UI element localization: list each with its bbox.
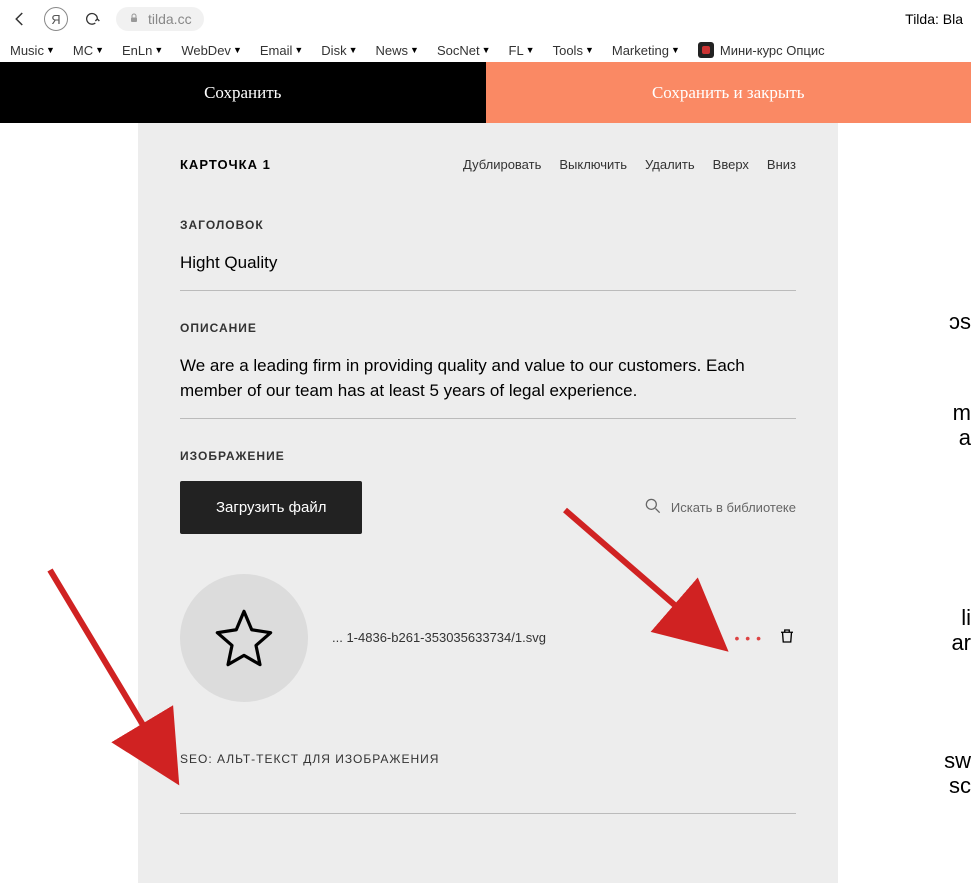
card-actions: Дублировать Выключить Удалить Вверх Вниз [463,157,796,172]
bookmark-webdev[interactable]: WebDev▼ [181,43,242,58]
side-fragment: li [961,605,971,631]
heading-label: ЗАГОЛОВОК [180,218,796,232]
card-panel: КАРТОЧКА 1 Дублировать Выключить Удалить… [138,123,838,883]
alt-text-label: SEO: АЛЬТ-ТЕКСТ ДЛЯ ИЗОБРАЖЕНИЯ [180,752,796,766]
side-fragment: sw [944,748,971,774]
bookmark-disk[interactable]: Disk▼ [321,43,357,58]
delete-link[interactable]: Удалить [645,157,695,172]
up-link[interactable]: Вверх [713,157,749,172]
duplicate-link[interactable]: Дублировать [463,157,541,172]
image-field: ИЗОБРАЖЕНИЕ Загрузить файл Искать в библ… [180,449,796,702]
lock-icon [128,11,140,27]
url-text: tilda.cc [148,11,192,27]
heading-input[interactable]: Hight Quality [180,250,796,291]
description-field: ОПИСАНИЕ We are a leading firm in provid… [180,321,796,419]
more-icon[interactable]: • • • [735,630,762,646]
library-search-link[interactable]: Искать в библиотеке [643,496,796,519]
address-bar[interactable]: tilda.cc [116,7,204,31]
bookmark-news[interactable]: News▼ [376,43,419,58]
reload-button[interactable] [80,7,104,31]
side-fragment: ar [951,630,971,656]
save-button[interactable]: Сохранить [0,62,486,123]
heading-field: ЗАГОЛОВОК Hight Quality [180,218,796,291]
card-header: КАРТОЧКА 1 Дублировать Выключить Удалить… [180,157,796,172]
disable-link[interactable]: Выключить [559,157,627,172]
bookmark-mc[interactable]: MC▼ [73,43,104,58]
save-close-button[interactable]: Сохранить и закрыть [486,62,971,123]
side-fragment: ɔs [949,309,971,335]
down-link[interactable]: Вниз [767,157,796,172]
bookmark-marketing[interactable]: Marketing▼ [612,43,680,58]
star-icon [212,606,276,670]
file-name: ... 1-4836-b261-353035633734/1.svg [332,630,546,645]
description-label: ОПИСАНИЕ [180,321,796,335]
uploaded-file-row: ... 1-4836-b261-353035633734/1.svg • • • [180,574,796,702]
alt-text-section: SEO: АЛЬТ-ТЕКСТ ДЛЯ ИЗОБРАЖЕНИЯ [180,752,796,814]
side-fragment: m [953,400,971,426]
bookmark-enln[interactable]: EnLn▼ [122,43,163,58]
save-bar: Сохранить Сохранить и закрыть [0,62,971,123]
trash-icon[interactable] [778,627,796,648]
image-label: ИЗОБРАЖЕНИЕ [180,449,796,463]
search-icon [643,496,663,519]
bookmark-email[interactable]: Email▼ [260,43,303,58]
content-area: КАРТОЧКА 1 Дублировать Выключить Удалить… [0,123,971,893]
side-fragment: a [959,425,971,451]
tab-title: Tilda: Bla [905,11,963,27]
bookmark-socnet[interactable]: SocNet▼ [437,43,491,58]
alt-text-input[interactable] [180,794,796,814]
file-thumbnail [180,574,308,702]
back-button[interactable] [8,7,32,31]
bookmark-course[interactable]: Мини-курс Опцис [698,42,825,58]
browser-toolbar: Я tilda.cc Tilda: Bla [0,0,971,38]
bookmarks-bar: Music▼ MC▼ EnLn▼ WebDev▼ Email▼ Disk▼ Ne… [0,38,971,62]
course-icon [698,42,714,58]
card-title: КАРТОЧКА 1 [180,157,271,172]
bookmark-tools[interactable]: Tools▼ [553,43,594,58]
upload-button[interactable]: Загрузить файл [180,481,362,534]
bookmark-fl[interactable]: FL▼ [509,43,535,58]
yandex-button[interactable]: Я [44,7,68,31]
bookmark-music[interactable]: Music▼ [10,43,55,58]
description-input[interactable]: We are a leading firm in providing quali… [180,353,796,419]
side-fragment: sc [949,773,971,799]
